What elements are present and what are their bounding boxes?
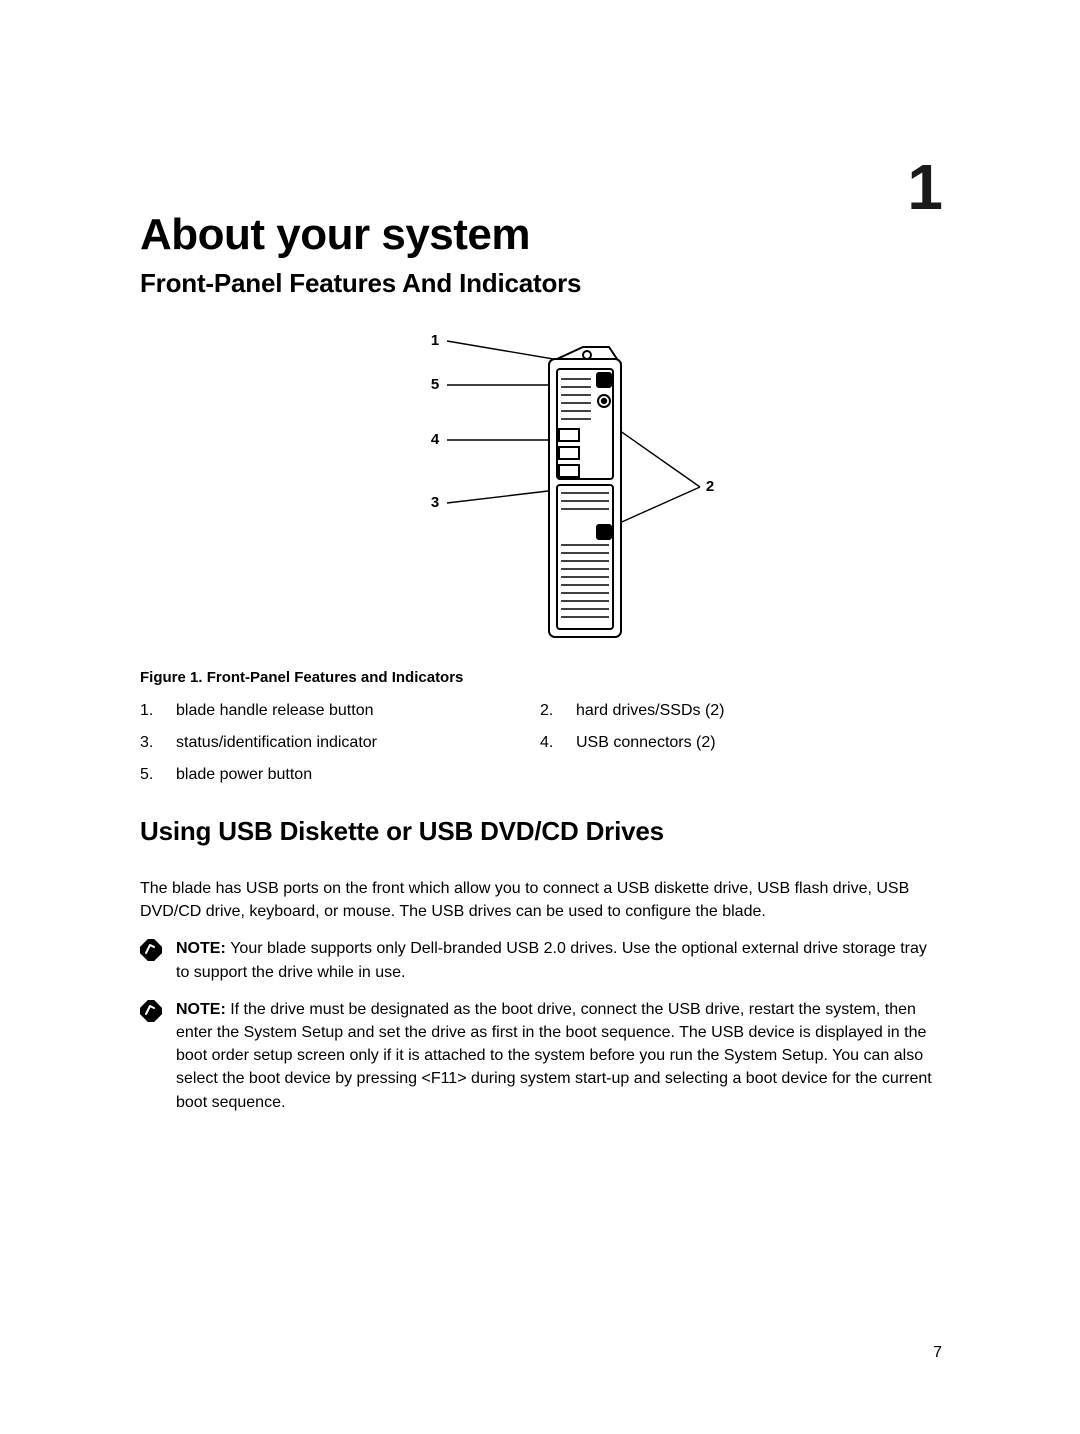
legend-text-2: hard drives/SSDs (2) xyxy=(576,702,940,720)
note-label: NOTE: xyxy=(176,1001,230,1018)
callout-1: 1 xyxy=(431,332,439,349)
section-title-usb: Using USB Diskette or USB DVD/CD Drives xyxy=(140,816,940,847)
chapter-title: About your system xyxy=(140,210,940,260)
figure-caption-text: Front-Panel Features and Indicators xyxy=(207,669,464,686)
legend-text-3: status/identification indicator xyxy=(176,734,540,752)
section-title-front-panel: Front-Panel Features And Indicators xyxy=(140,268,940,299)
page-number: 7 xyxy=(933,1344,942,1362)
callout-2: 2 xyxy=(706,478,714,495)
figure-front-panel: 1 5 4 3 2 xyxy=(240,329,840,649)
legend-num-4: 4. xyxy=(540,734,576,752)
note-2-text: If the drive must be designated as the b… xyxy=(176,1001,932,1111)
chapter-number: 1 xyxy=(907,150,942,224)
usb-intro-paragraph: The blade has USB ports on the front whi… xyxy=(140,877,940,923)
note-icon xyxy=(140,1000,168,1022)
note-2-body: NOTE: If the drive must be designated as… xyxy=(176,998,940,1114)
legend-num-5: 5. xyxy=(140,766,176,784)
legend-text-1: blade handle release button xyxy=(176,702,540,720)
callout-5: 5 xyxy=(431,376,439,393)
note-1-body: NOTE: Your blade supports only Dell-bran… xyxy=(176,937,940,983)
figure-legend: 1. blade handle release button 2. hard d… xyxy=(140,702,940,784)
note-label: NOTE: xyxy=(176,940,230,957)
note-2: NOTE: If the drive must be designated as… xyxy=(140,998,940,1114)
note-1-text: Your blade supports only Dell-branded US… xyxy=(176,940,927,980)
front-panel-diagram: 1 5 4 3 2 xyxy=(325,329,755,649)
legend-text-4: USB connectors (2) xyxy=(576,734,940,752)
page: 1 About your system Front-Panel Features… xyxy=(0,0,1080,1434)
callout-4: 4 xyxy=(431,431,440,448)
note-icon xyxy=(140,939,168,961)
callout-3: 3 xyxy=(431,494,439,511)
legend-num-3: 3. xyxy=(140,734,176,752)
note-1: NOTE: Your blade supports only Dell-bran… xyxy=(140,937,940,983)
legend-num-1: 1. xyxy=(140,702,176,720)
figure-caption: Figure 1. Front-Panel Features and Indic… xyxy=(140,669,940,686)
figure-caption-label: Figure 1. xyxy=(140,669,207,686)
legend-num-2: 2. xyxy=(540,702,576,720)
legend-text-5: blade power button xyxy=(176,766,540,784)
